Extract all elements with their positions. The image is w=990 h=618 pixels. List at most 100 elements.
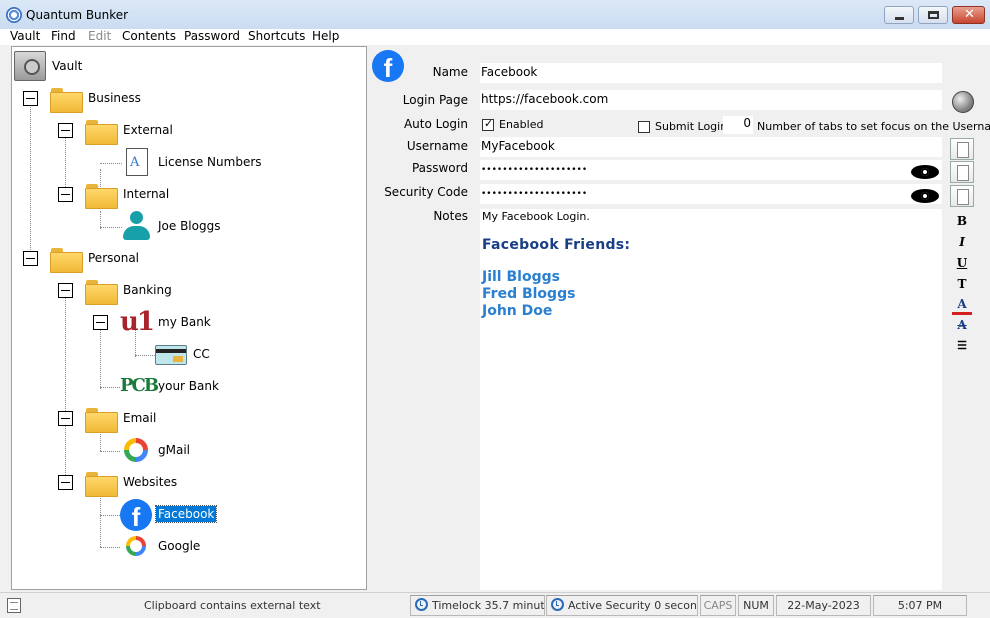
tree-node-websites[interactable]: Websites <box>85 467 179 497</box>
folder-icon <box>50 85 83 113</box>
tree-node-vault[interactable]: Vault <box>14 51 84 81</box>
minimize-button[interactable] <box>884 6 914 24</box>
tree-node-license-numbers[interactable]: A License Numbers <box>120 147 264 177</box>
collapse-toggle[interactable] <box>23 251 38 266</box>
font-color-button[interactable]: A <box>952 297 972 315</box>
active-security-status[interactable]: Active Security 0 seconds. <box>546 595 698 616</box>
tree-node-google[interactable]: Google <box>120 531 202 561</box>
italic-button[interactable]: I <box>952 235 972 255</box>
clock-icon <box>551 598 564 611</box>
collapse-toggle[interactable] <box>93 315 108 330</box>
tree-node-label: Websites <box>123 475 178 489</box>
collapse-toggle[interactable] <box>58 123 73 138</box>
username-field[interactable]: MyFacebook <box>480 137 942 157</box>
tree-node-business[interactable]: Business <box>50 83 143 113</box>
status-bar: Clipboard contains external text Timeloc… <box>0 592 990 618</box>
notes-label: Notes <box>433 209 468 223</box>
bullet-list-button[interactable]: ☰ <box>952 339 972 359</box>
collapse-toggle[interactable] <box>58 283 73 298</box>
tree-node-banking[interactable]: Banking <box>85 275 174 305</box>
copy-password-button[interactable] <box>950 161 974 183</box>
name-label: Name <box>432 65 468 79</box>
bank-logo-icon: u1 <box>120 307 155 337</box>
timelock-status[interactable]: Timelock 35.7 minutes. <box>410 595 545 616</box>
show-security-code-eye-icon[interactable] <box>911 187 941 205</box>
copy-username-button[interactable] <box>950 138 974 160</box>
username-label: Username <box>406 139 468 153</box>
google-icon <box>126 536 146 556</box>
tree-node-label: Vault <box>52 59 83 73</box>
globe-icon[interactable] <box>952 91 974 113</box>
menu-contents[interactable]: Contents <box>122 29 176 43</box>
tree-node-facebook[interactable]: f Facebook <box>120 499 218 531</box>
password-field[interactable]: •••••••••••••••••••• <box>480 160 942 180</box>
tree-node-my-bank[interactable]: u1 my Bank <box>120 307 213 337</box>
tree-node-cc[interactable]: CC <box>155 339 212 369</box>
security-code-field[interactable]: •••••••••••••••••••• <box>480 184 942 204</box>
collapse-toggle[interactable] <box>23 91 38 106</box>
caps-indicator: CAPS <box>700 595 736 616</box>
tree-line <box>100 329 101 389</box>
safe-icon <box>14 51 46 81</box>
maximize-icon <box>928 11 939 19</box>
show-password-eye-icon[interactable] <box>911 163 941 181</box>
entry-icon[interactable]: f <box>372 50 404 82</box>
notes-friend: Fred Bloggs <box>482 286 576 302</box>
tree-node-label: Google <box>158 539 201 553</box>
menu-password[interactable]: Password <box>184 29 240 43</box>
google-icon <box>124 438 148 462</box>
maximize-button[interactable] <box>918 6 948 24</box>
tree-node-label: License Numbers <box>158 155 262 169</box>
login-page-label: Login Page <box>402 93 468 107</box>
menu-shortcuts[interactable]: Shortcuts <box>248 29 305 43</box>
clipboard-status-text: Clipboard contains external text <box>144 599 321 612</box>
tree-node-label: Joe Bloggs <box>158 219 221 233</box>
submit-login-label: Submit Login <box>655 120 728 133</box>
vault-tree[interactable]: Vault Business External A License Number… <box>11 46 367 590</box>
menu-bar: Vault Find Edit Contents Password Shortc… <box>0 29 990 45</box>
collapse-toggle[interactable] <box>58 187 73 202</box>
tab-count-field[interactable]: 0 <box>723 116 753 134</box>
tree-node-joe-bloggs[interactable]: Joe Bloggs <box>120 211 222 241</box>
tab-count-label: Number of tabs to set focus on the Usern… <box>757 120 990 133</box>
window-title: Quantum Bunker <box>26 8 129 22</box>
menu-help[interactable]: Help <box>312 29 339 43</box>
tree-node-your-bank[interactable]: PCB your Bank <box>120 371 221 401</box>
tree-line <box>100 547 120 548</box>
tree-node-label: External <box>123 123 173 137</box>
collapse-toggle[interactable] <box>58 475 73 490</box>
tree-node-label: Banking <box>123 283 172 297</box>
tree-node-gmail[interactable]: gMail <box>120 435 192 465</box>
tree-node-label: Business <box>88 91 141 105</box>
tree-node-label: Personal <box>88 251 140 265</box>
folder-icon <box>85 277 118 305</box>
folder-icon <box>85 405 118 433</box>
tree-node-label: CC <box>193 347 210 361</box>
tree-node-label: Internal <box>123 187 170 201</box>
close-button[interactable]: ✕ <box>952 6 985 24</box>
menu-find[interactable]: Find <box>51 29 76 43</box>
menu-vault[interactable]: Vault <box>10 29 40 43</box>
pcb-logo-icon: PCB <box>120 375 159 396</box>
login-page-field[interactable]: https://facebook.com <box>480 90 942 110</box>
menu-edit[interactable]: Edit <box>88 29 111 43</box>
collapse-toggle[interactable] <box>58 411 73 426</box>
name-field[interactable]: Facebook <box>480 63 942 83</box>
tree-node-personal[interactable]: Personal <box>50 243 141 273</box>
notes-editor[interactable]: My Facebook Login. Facebook Friends: Jil… <box>480 209 942 590</box>
font-button[interactable]: T <box>952 277 972 297</box>
folder-icon <box>85 469 118 497</box>
bold-button[interactable]: B <box>952 214 972 234</box>
tree-line <box>100 451 120 452</box>
facebook-icon: f <box>372 50 404 82</box>
auto-login-checkbox[interactable] <box>482 117 494 131</box>
tree-node-internal[interactable]: Internal <box>85 179 171 209</box>
submit-login-checkbox[interactable] <box>638 121 650 133</box>
security-code-label: Security Code <box>384 185 468 199</box>
num-indicator: NUM <box>738 595 774 616</box>
underline-button[interactable]: U <box>952 256 972 276</box>
tree-node-external[interactable]: External <box>85 115 175 145</box>
strikethrough-button[interactable]: A <box>952 318 972 338</box>
copy-security-code-button[interactable] <box>950 185 974 207</box>
tree-node-email[interactable]: Email <box>85 403 158 433</box>
